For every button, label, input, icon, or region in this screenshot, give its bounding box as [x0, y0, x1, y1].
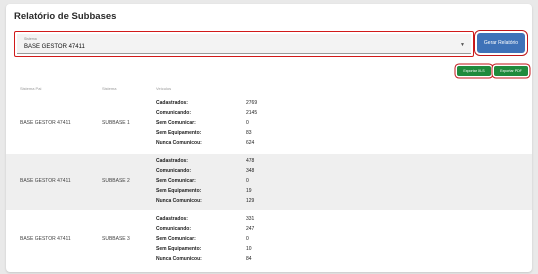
stat-value: 10 — [246, 246, 252, 252]
stat-value: 84 — [246, 256, 252, 262]
stat-label: Sem Comunicar: — [156, 178, 196, 184]
stat-label: Sem Equipamento: — [156, 246, 202, 252]
stat-label: Cadastrados: — [156, 158, 188, 164]
stat-value: 331 — [246, 216, 255, 222]
page-title: Relatório de Subbases — [14, 11, 117, 22]
stat-label: Sem Comunicar: — [156, 236, 196, 242]
stat-label: Cadastrados: — [156, 100, 188, 106]
cell-sistema: SUBBASE 2 — [102, 178, 130, 184]
column-header-veiculos: Veículos — [156, 86, 172, 91]
stat-value: 0 — [246, 236, 249, 242]
stat-label: Nunca Comunicou: — [156, 256, 202, 262]
stat-label: Comunicando: — [156, 110, 191, 116]
column-header-sistema: Sistema — [102, 86, 117, 91]
stat-value: 247 — [246, 226, 255, 232]
sistema-select-field[interactable]: Sistema BASE GESTOR 47411 ▼ — [17, 34, 471, 54]
sistema-select-value: BASE GESTOR 47411 — [24, 44, 85, 50]
sistema-select-label: Sistema — [24, 37, 37, 41]
stat-value: 2769 — [246, 100, 258, 106]
table-row: BASE GESTOR 47411 SUBBASE 2 Cadastrados:… — [6, 154, 532, 210]
sistema-select[interactable]: Sistema BASE GESTOR 47411 ▼ — [14, 31, 474, 57]
table-header: Sistema Pai Sistema Veículos — [6, 84, 532, 94]
cell-sistema: SUBBASE 3 — [102, 236, 130, 242]
chevron-down-icon[interactable]: ▼ — [460, 42, 465, 48]
stat-label: Sem Equipamento: — [156, 188, 202, 194]
stat-value: 83 — [246, 130, 252, 136]
stat-value: 348 — [246, 168, 255, 174]
cell-sistema-pai: BASE GESTOR 47411 — [20, 120, 71, 126]
stat-value: 0 — [246, 120, 249, 126]
table-row: BASE GESTOR 47411 SUBBASE 1 Cadastrados:… — [6, 96, 532, 152]
cell-sistema-pai: BASE GESTOR 47411 — [20, 236, 71, 242]
cell-sistema: SUBBASE 1 — [102, 120, 130, 126]
stat-label: Comunicando: — [156, 168, 191, 174]
cell-sistema-pai: BASE GESTOR 47411 — [20, 178, 71, 184]
stat-label: Nunca Comunicou: — [156, 140, 202, 146]
stat-value: 2145 — [246, 110, 258, 116]
stat-value: 129 — [246, 198, 255, 204]
stat-value: 0 — [246, 178, 249, 184]
gerar-relatorio-button[interactable]: Gerar Relatório — [477, 33, 525, 53]
exportar-xls-button[interactable]: Exportar XLS — [457, 66, 491, 76]
stat-value: 624 — [246, 140, 255, 146]
stat-value: 478 — [246, 158, 255, 164]
report-card: Relatório de Subbases Sistema BASE GESTO… — [6, 4, 532, 272]
stat-value: 19 — [246, 188, 252, 194]
exportar-pdf-button[interactable]: Exportar PDF — [494, 66, 528, 76]
stat-label: Sem Equipamento: — [156, 130, 202, 136]
stat-label: Cadastrados: — [156, 216, 188, 222]
table-row: BASE GESTOR 47411 SUBBASE 3 Cadastrados:… — [6, 212, 532, 268]
column-header-sistema-pai: Sistema Pai — [20, 86, 42, 91]
stat-label: Sem Comunicar: — [156, 120, 196, 126]
stat-label: Comunicando: — [156, 226, 191, 232]
stat-label: Nunca Comunicou: — [156, 198, 202, 204]
